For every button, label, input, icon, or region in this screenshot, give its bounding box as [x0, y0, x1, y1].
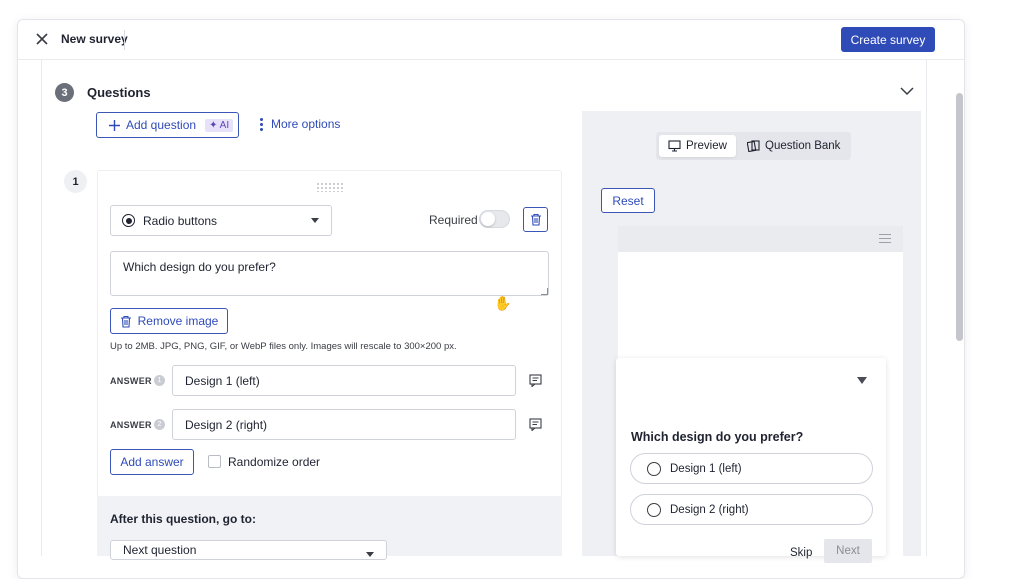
preview-tabs: Preview Question Bank: [656, 132, 851, 160]
randomize-checkbox[interactable]: [208, 455, 221, 468]
dropdown-caret-icon: [366, 552, 374, 557]
question-type-label: Radio buttons: [143, 213, 218, 228]
preview-option[interactable]: Design 1 (left): [630, 453, 873, 484]
after-question-label: After this question, go to:: [110, 512, 256, 526]
radio-button-icon: [122, 214, 135, 227]
question-type-select[interactable]: Radio buttons: [110, 205, 332, 236]
answer-input[interactable]: Design 1 (left): [172, 365, 516, 396]
answer-input[interactable]: Design 2 (right): [172, 409, 516, 440]
required-label: Required: [429, 213, 478, 227]
tab-question-bank-label: Question Bank: [765, 140, 841, 152]
preview-option[interactable]: Design 2 (right): [630, 494, 873, 525]
delete-question-button[interactable]: [523, 207, 548, 232]
preview-option-label: Design 1 (left): [670, 462, 742, 475]
answer-row: ANSWER 2 Design 2 (right): [110, 409, 550, 440]
trash-icon: [530, 213, 541, 226]
answer-number-badge: 2: [154, 419, 165, 430]
answer-row: ANSWER 1 Design 1 (left): [110, 365, 550, 396]
tab-preview[interactable]: Preview: [659, 135, 736, 157]
add-answer-button[interactable]: Add answer: [110, 449, 194, 475]
radio-circle-icon: [647, 502, 661, 517]
answer-label: ANSWER: [110, 375, 152, 386]
close-icon[interactable]: [34, 31, 50, 47]
more-options-label: More options: [271, 117, 341, 131]
collapse-caret-icon[interactable]: [857, 377, 867, 384]
trash-icon: [120, 315, 131, 328]
tab-preview-label: Preview: [686, 140, 727, 152]
drag-handle-icon[interactable]: [316, 182, 344, 192]
reset-button[interactable]: Reset: [601, 188, 655, 213]
required-toggle[interactable]: [479, 210, 510, 228]
remove-image-label: Remove image: [137, 314, 219, 328]
next-button[interactable]: Next: [824, 539, 872, 563]
step-number-badge: 3: [55, 83, 74, 102]
tab-question-bank[interactable]: Question Bank: [738, 135, 849, 157]
monitor-icon: [668, 140, 681, 152]
randomize-label: Randomize order: [228, 455, 321, 469]
add-question-label: Add question: [126, 118, 197, 132]
page-title: New survey: [61, 32, 128, 46]
ai-badge: ✦ AI: [205, 118, 234, 132]
comment-icon[interactable]: [529, 374, 542, 387]
go-to-select[interactable]: Next question: [110, 540, 387, 560]
section-title: Questions: [87, 85, 151, 100]
dropdown-caret-icon: [311, 218, 319, 223]
remove-image-button[interactable]: Remove image: [110, 308, 228, 334]
hand-cursor-icon: ✋: [494, 295, 512, 311]
radio-circle-icon: [647, 461, 661, 476]
top-bar: New survey Create survey: [18, 20, 964, 60]
preview-question-text: Which design do you prefer?: [631, 430, 804, 444]
more-options-button[interactable]: More options: [260, 117, 340, 131]
question-number: 1: [64, 170, 87, 193]
phone-preview-header: [618, 226, 903, 252]
chevron-up-icon[interactable]: [900, 86, 914, 96]
upload-help-text: Up to 2MB. JPG, PNG, GIF, or WebP files …: [110, 341, 457, 352]
question-text-input[interactable]: Which design do you prefer?: [110, 251, 549, 296]
resize-handle-icon[interactable]: [541, 288, 548, 295]
question-card: Radio buttons Required Which design do y…: [97, 170, 562, 500]
go-to-value: Next question: [123, 543, 197, 557]
skip-button[interactable]: Skip: [790, 547, 812, 559]
kebab-icon: [260, 117, 263, 131]
comment-icon[interactable]: [529, 418, 542, 431]
preview-option-label: Design 2 (right): [670, 503, 749, 516]
add-question-button[interactable]: Add question ✦ AI: [96, 112, 239, 138]
menu-icon[interactable]: [879, 234, 891, 243]
plus-icon: [109, 119, 120, 131]
cards-icon: [747, 140, 760, 152]
create-survey-button[interactable]: Create survey: [841, 27, 935, 52]
answer-label: ANSWER: [110, 419, 152, 430]
scrollbar-thumb[interactable]: [956, 93, 963, 341]
answer-number-badge: 1: [154, 375, 165, 386]
divider: [124, 30, 125, 50]
